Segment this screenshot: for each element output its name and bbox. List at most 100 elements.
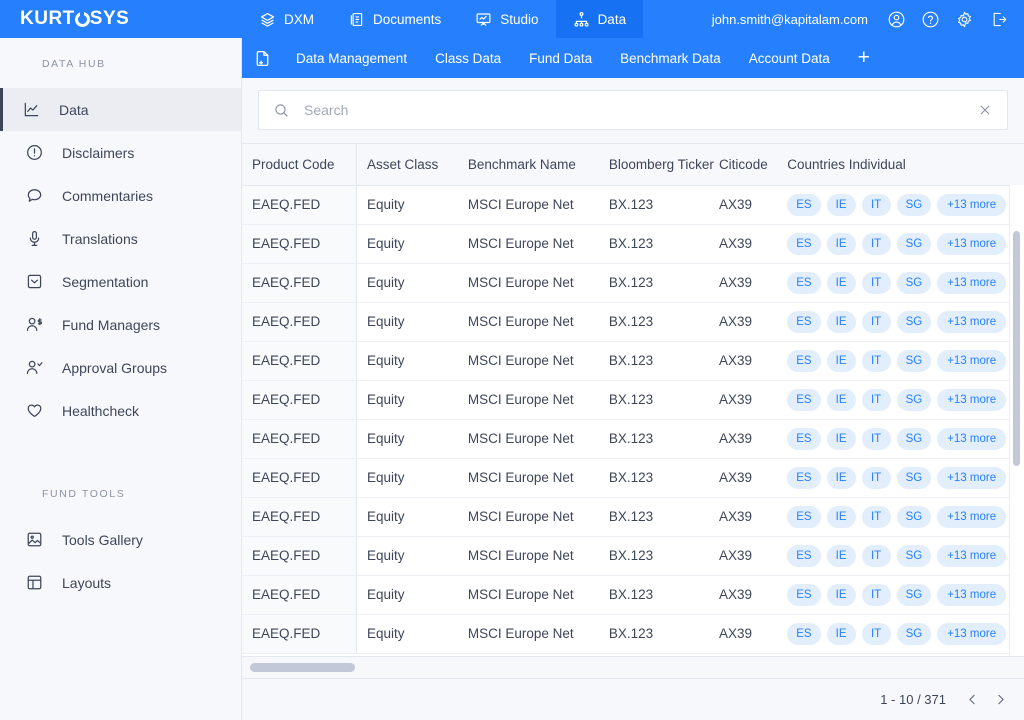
horizontal-scrollbar-track[interactable] <box>242 656 1024 678</box>
sidebar-item-layouts[interactable]: Layouts <box>0 561 241 604</box>
country-chip[interactable]: IT <box>862 506 891 528</box>
chevron-left-icon[interactable] <box>960 688 984 712</box>
table-row[interactable]: EAEQ.FEDEquityMSCI Europe NetBX.123AX39E… <box>242 341 1024 380</box>
help-icon[interactable] <box>916 5 944 33</box>
country-chip[interactable]: IT <box>862 584 891 606</box>
more-chip[interactable]: +13 more <box>937 194 1006 216</box>
table-row[interactable]: EAEQ.FEDEquityMSCI Europe NetBX.123AX39E… <box>242 614 1024 653</box>
more-chip[interactable]: +13 more <box>937 545 1006 567</box>
table-row[interactable]: EAEQ.FEDEquityMSCI Europe NetBX.123AX39E… <box>242 224 1024 263</box>
tab-fund-data[interactable]: Fund Data <box>515 38 606 78</box>
country-chip[interactable]: SG <box>897 233 932 255</box>
search-box[interactable] <box>258 90 1008 130</box>
country-chip[interactable]: IE <box>827 350 856 372</box>
country-chip[interactable]: SG <box>897 506 932 528</box>
country-chip[interactable]: SG <box>897 311 932 333</box>
country-chip[interactable]: ES <box>787 545 820 567</box>
country-chip[interactable]: IT <box>862 233 891 255</box>
sidebar-item-tools-gallery[interactable]: Tools Gallery <box>0 518 241 561</box>
country-chip[interactable]: IT <box>862 272 891 294</box>
country-chip[interactable]: SG <box>897 428 932 450</box>
brand-logo[interactable]: KURTSYS <box>0 0 242 38</box>
horizontal-scrollbar-thumb[interactable] <box>250 663 355 672</box>
sidebar-item-healthcheck[interactable]: Healthcheck <box>0 389 241 432</box>
search-input[interactable] <box>290 102 977 118</box>
more-chip[interactable]: +13 more <box>937 311 1006 333</box>
table-row[interactable]: EAEQ.FEDEquityMSCI Europe NetBX.123AX39E… <box>242 497 1024 536</box>
sidebar-item-translations[interactable]: Translations <box>0 217 241 260</box>
country-chip[interactable]: IE <box>827 272 856 294</box>
tab-benchmark-data[interactable]: Benchmark Data <box>606 38 735 78</box>
more-chip[interactable]: +13 more <box>937 506 1006 528</box>
country-chip[interactable]: SG <box>897 623 932 645</box>
country-chip[interactable]: ES <box>787 272 820 294</box>
tab-data-management[interactable]: Data Management <box>282 38 421 78</box>
nav-item-documents[interactable]: Documents <box>331 0 458 38</box>
sidebar-item-approval-groups[interactable]: Approval Groups <box>0 346 241 389</box>
close-icon[interactable] <box>977 102 993 118</box>
country-chip[interactable]: IE <box>827 545 856 567</box>
new-document-icon[interactable] <box>242 38 282 78</box>
country-chip[interactable]: IT <box>862 350 891 372</box>
country-chip[interactable]: IE <box>827 623 856 645</box>
country-chip[interactable]: IT <box>862 194 891 216</box>
table-row[interactable]: EAEQ.FEDEquityMSCI Europe NetBX.123AX39E… <box>242 419 1024 458</box>
country-chip[interactable]: SG <box>897 584 932 606</box>
country-chip[interactable]: ES <box>787 350 820 372</box>
country-chip[interactable]: SG <box>897 272 932 294</box>
country-chip[interactable]: SG <box>897 194 932 216</box>
chevron-right-icon[interactable] <box>988 688 1012 712</box>
nav-item-data[interactable]: Data <box>556 0 644 38</box>
country-chip[interactable]: SG <box>897 545 932 567</box>
table-scroll-region[interactable]: Product Code Asset Class Benchmark Name … <box>242 144 1024 656</box>
country-chip[interactable]: IE <box>827 194 856 216</box>
column-header-countries-individual[interactable]: Countries Individual <box>777 144 1021 185</box>
country-chip[interactable]: SG <box>897 389 932 411</box>
country-chip[interactable]: IT <box>862 311 891 333</box>
country-chip[interactable]: SG <box>897 467 932 489</box>
country-chip[interactable]: ES <box>787 389 820 411</box>
more-chip[interactable]: +13 more <box>937 584 1006 606</box>
table-row[interactable]: EAEQ.FEDEquityMSCI Europe NetBX.123AX39E… <box>242 575 1024 614</box>
tab-account-data[interactable]: Account Data <box>735 38 844 78</box>
account-icon[interactable] <box>882 5 910 33</box>
country-chip[interactable]: IT <box>862 545 891 567</box>
sidebar-item-fund-managers[interactable]: Fund Managers <box>0 303 241 346</box>
more-chip[interactable]: +13 more <box>937 389 1006 411</box>
table-row[interactable]: EAEQ.FEDEquityMSCI Europe NetBX.123AX39E… <box>242 263 1024 302</box>
country-chip[interactable]: ES <box>787 506 820 528</box>
country-chip[interactable]: IE <box>827 233 856 255</box>
country-chip[interactable]: IE <box>827 389 856 411</box>
column-header-benchmark-name[interactable]: Benchmark Name <box>458 144 599 185</box>
add-tab-button[interactable]: + <box>844 38 884 78</box>
country-chip[interactable]: ES <box>787 233 820 255</box>
more-chip[interactable]: +13 more <box>937 467 1006 489</box>
nav-item-studio[interactable]: Studio <box>458 0 555 38</box>
country-chip[interactable]: IE <box>827 467 856 489</box>
country-chip[interactable]: ES <box>787 311 820 333</box>
country-chip[interactable]: IE <box>827 428 856 450</box>
sidebar-item-data[interactable]: Data <box>0 88 241 131</box>
country-chip[interactable]: SG <box>897 350 932 372</box>
more-chip[interactable]: +13 more <box>937 233 1006 255</box>
sidebar-item-disclaimers[interactable]: Disclaimers <box>0 131 241 174</box>
table-row[interactable]: EAEQ.FEDEquityMSCI Europe NetBX.123AX39E… <box>242 302 1024 341</box>
sidebar-item-commentaries[interactable]: Commentaries <box>0 174 241 217</box>
country-chip[interactable]: ES <box>787 428 820 450</box>
table-row[interactable]: EAEQ.FEDEquityMSCI Europe NetBX.123AX39E… <box>242 458 1024 497</box>
table-row[interactable]: EAEQ.FEDEquityMSCI Europe NetBX.123AX39E… <box>242 536 1024 575</box>
country-chip[interactable]: IE <box>827 311 856 333</box>
logout-icon[interactable] <box>984 5 1012 33</box>
more-chip[interactable]: +13 more <box>937 623 1006 645</box>
country-chip[interactable]: IE <box>827 506 856 528</box>
country-chip[interactable]: IT <box>862 467 891 489</box>
country-chip[interactable]: ES <box>787 467 820 489</box>
vertical-scrollbar-track[interactable] <box>1009 185 1024 656</box>
more-chip[interactable]: +13 more <box>937 428 1006 450</box>
tab-class-data[interactable]: Class Data <box>421 38 515 78</box>
country-chip[interactable]: ES <box>787 194 820 216</box>
column-header-product-code[interactable]: Product Code <box>242 144 357 185</box>
country-chip[interactable]: IT <box>862 389 891 411</box>
more-chip[interactable]: +13 more <box>937 272 1006 294</box>
more-chip[interactable]: +13 more <box>937 350 1006 372</box>
